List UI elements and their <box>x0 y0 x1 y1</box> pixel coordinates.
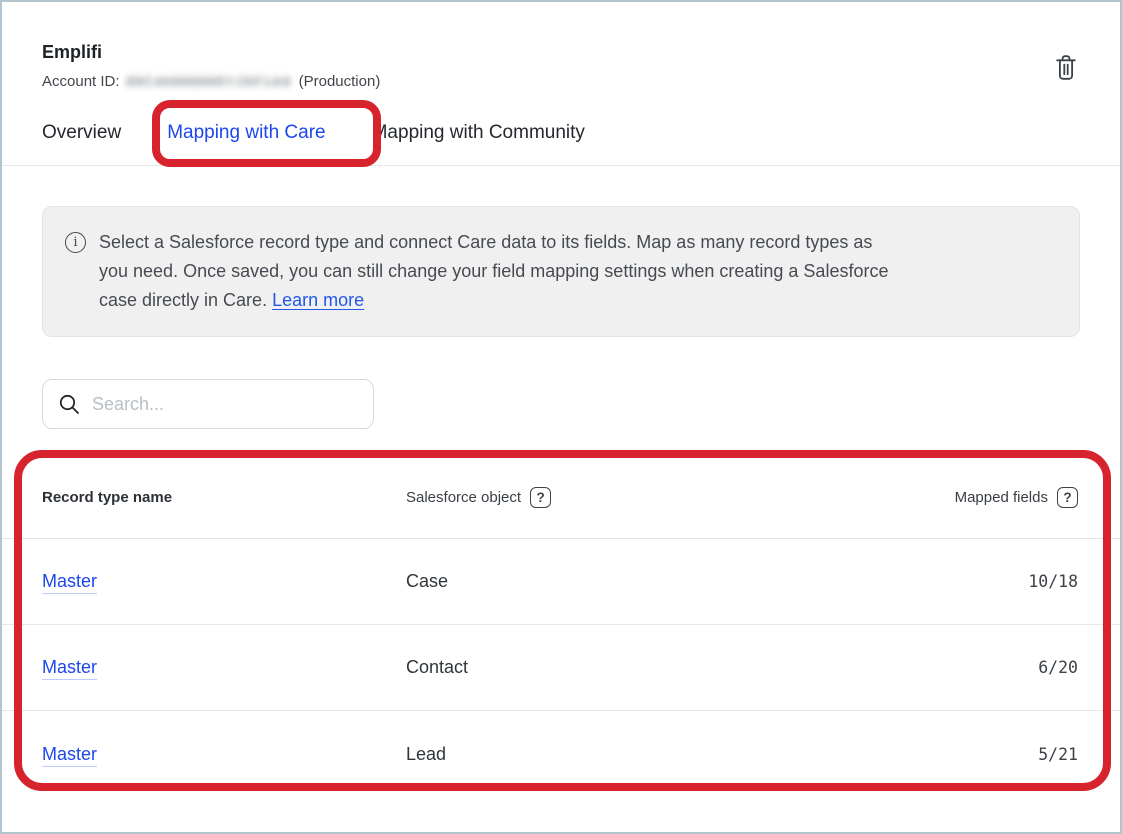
trash-icon <box>1054 54 1078 81</box>
mapped-fields-count: 5/21 <box>1038 745 1078 764</box>
account-id-line: Account ID: 88C46888888YJSF1A8 (Producti… <box>42 73 1078 91</box>
tab-bar: Overview Mapping with Care Mapping with … <box>2 121 1120 166</box>
salesforce-object-cell: Case <box>406 571 448 592</box>
info-text-line: case directly in Care. <box>99 290 267 310</box>
page-title: Emplifi <box>42 42 1078 63</box>
account-id-label: Account ID: <box>42 73 120 91</box>
column-header-record-type: Record type name <box>42 489 406 506</box>
table-header-row: Record type name Salesforce object ? Map… <box>2 457 1120 539</box>
column-header-mapped-fields: Mapped fields <box>955 489 1048 506</box>
mapped-fields-count: 6/20 <box>1038 658 1078 677</box>
info-banner: i Select a Salesforce record type and co… <box>42 206 1080 337</box>
salesforce-object-cell: Contact <box>406 657 468 678</box>
table-row: Master Lead 5/21 <box>2 711 1120 797</box>
record-type-link[interactable]: Master <box>42 571 97 594</box>
info-text-line: you need. Once saved, you can still chan… <box>99 257 888 286</box>
record-type-table: Record type name Salesforce object ? Map… <box>2 457 1120 797</box>
question-mark-icon[interactable]: ? <box>1057 487 1078 508</box>
table-row: Master Case 10/18 <box>2 539 1120 625</box>
table-row: Master Contact 6/20 <box>2 625 1120 711</box>
tab-mapping-with-community[interactable]: Mapping with Community <box>372 121 585 145</box>
question-mark-icon[interactable]: ? <box>530 487 551 508</box>
search-icon <box>58 393 81 416</box>
record-type-link[interactable]: Master <box>42 744 97 767</box>
search-box <box>42 379 374 429</box>
tab-overview[interactable]: Overview <box>42 121 121 145</box>
learn-more-link[interactable]: Learn more <box>272 290 364 310</box>
account-id-redacted: 88C46888888YJSF1A8 <box>127 73 292 91</box>
column-header-salesforce-object: Salesforce object <box>406 489 521 506</box>
salesforce-object-cell: Lead <box>406 744 446 765</box>
delete-account-button[interactable] <box>1052 52 1080 83</box>
record-type-link[interactable]: Master <box>42 657 97 680</box>
environment-label: (Production) <box>299 73 381 91</box>
info-banner-text: Select a Salesforce record type and conn… <box>99 228 888 315</box>
info-text-line: Select a Salesforce record type and conn… <box>99 228 888 257</box>
header: Emplifi Account ID: 88C46888888YJSF1A8 (… <box>2 2 1120 91</box>
info-circle-icon: i <box>65 232 86 253</box>
search-input[interactable] <box>92 394 358 415</box>
tab-mapping-with-care[interactable]: Mapping with Care <box>167 121 325 145</box>
mapped-fields-count: 10/18 <box>1028 572 1078 591</box>
